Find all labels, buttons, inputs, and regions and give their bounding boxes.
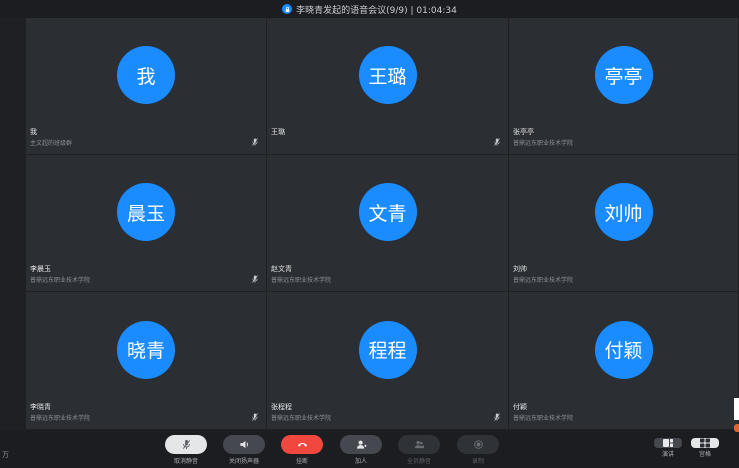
participant-org: 普鼎远东职业技术学院 [513,277,574,284]
participant-tile[interactable]: 王璐 王璐 [267,18,509,155]
participant-tile[interactable]: 亭亭 张亭亭 普鼎远东职业技术学院 [509,18,739,155]
hangup-label: 挂断 [295,458,308,465]
mute-all-button[interactable]: 全员静音 [397,435,441,465]
mute-all-icon [414,441,424,449]
unmute-label: 取消静音 [173,458,198,465]
speaker-label: 关闭扬声器 [228,458,259,465]
left-strip [0,18,26,430]
participant-avatar: 程程 [358,320,417,379]
participant-org: 普鼎远东职业技术学院 [30,415,91,422]
record-icon [473,440,483,449]
record-button[interactable]: 录制 [456,435,500,465]
speaker-view-icon [663,439,673,447]
participant-avatar: 我 [117,46,175,104]
participant-avatar: 亭亭 [594,46,653,104]
participant-avatar: 王璐 [358,46,417,104]
participant-name: 赵文青 [271,265,292,273]
add-user-icon [356,440,367,449]
participant-tile[interactable]: 刘帅 刘帅 普鼎远东职业技术学院 [509,155,739,292]
hangup-button[interactable]: 挂断 [280,435,324,465]
mic-muted-icon [494,413,500,421]
grid-view-label: 宫格 [698,451,711,458]
participant-name: 张亭亭 [513,128,534,136]
mic-muted-icon [252,413,258,421]
participant-name: 付颖 [513,403,527,411]
speaker-view-button[interactable]: 演讲 [654,438,682,458]
mute-all-label: 全员静音 [406,458,431,465]
record-label: 录制 [471,458,484,465]
add-participant-button[interactable]: 加人 [339,435,383,465]
participant-org: 普鼎远东职业技术学院 [513,415,574,422]
participant-name: 我 [30,128,37,136]
participant-name: 李晨玉 [30,265,51,273]
speaker-view-label: 演讲 [661,451,674,458]
mic-muted-icon [494,138,500,146]
participant-tile[interactable]: 文青 赵文青 普鼎远东职业技术学院 [267,155,509,292]
meeting-toolbar: 取消静音 关闭扬声器 挂断 加人 全员静音 录制 演讲 宫格 [0,430,739,468]
add-participant-label: 加人 [354,458,367,465]
participant-name: 李晓青 [30,403,51,411]
participant-org: 普鼎远东职业技术学院 [513,140,574,147]
edge-marker [734,398,739,420]
participant-avatar: 刘帅 [594,183,653,241]
corner-mark: 万 [2,451,9,459]
grid-view-icon [700,438,710,448]
participant-name: 张程程 [271,403,292,411]
participant-org: 普鼎远东职业技术学院 [30,277,91,284]
mic-muted-icon [182,439,190,450]
meeting-lock-icon [282,4,293,14]
participant-tile[interactable]: 程程 张程程 普鼎远东职业技术学院 [267,292,509,430]
participant-avatar: 文青 [358,183,417,241]
meeting-title: 李晓青发起的语音会议(9/9) | 01:04:34 [296,5,457,16]
hangup-icon [297,443,307,447]
participant-org: 普鼎远东职业技术学院 [271,277,332,284]
grid-view-button[interactable]: 宫格 [691,438,719,458]
participant-tile[interactable]: 晓青 李晓青 普鼎远东职业技术学院 [26,292,267,430]
speaker-icon [239,440,248,449]
title-bar: 李晓青发起的语音会议(9/9) | 01:04:34 [0,0,739,18]
participant-tile[interactable]: 付颖 付颖 普鼎远东职业技术学院 [509,292,739,430]
participant-tile[interactable]: 我 我 主文超的班级群 [26,18,267,155]
participant-avatar: 晓青 [117,320,175,379]
participant-name: 王璐 [271,128,285,136]
participant-grid: 我 我 主文超的班级群 王璐 王璐 亭亭 张亭亭 普鼎远东职业技术学院 晨玉 李… [26,18,739,430]
meeting-window: 李晓青发起的语音会议(9/9) | 01:04:34 我 我 主文超的班级群 王… [0,0,739,468]
participant-name: 刘帅 [513,265,527,273]
speaker-button[interactable]: 关闭扬声器 [222,435,266,465]
mic-muted-icon [252,275,258,283]
unmute-button[interactable]: 取消静音 [164,435,208,465]
participant-tile[interactable]: 晨玉 李晨玉 普鼎远东职业技术学院 [26,155,267,292]
edge-dot [734,424,739,432]
participant-org: 主文超的班级群 [30,140,73,147]
participant-avatar: 晨玉 [117,183,175,241]
mic-muted-icon [252,138,258,146]
participant-avatar: 付颖 [594,320,653,379]
participant-org: 普鼎远东职业技术学院 [271,415,332,422]
